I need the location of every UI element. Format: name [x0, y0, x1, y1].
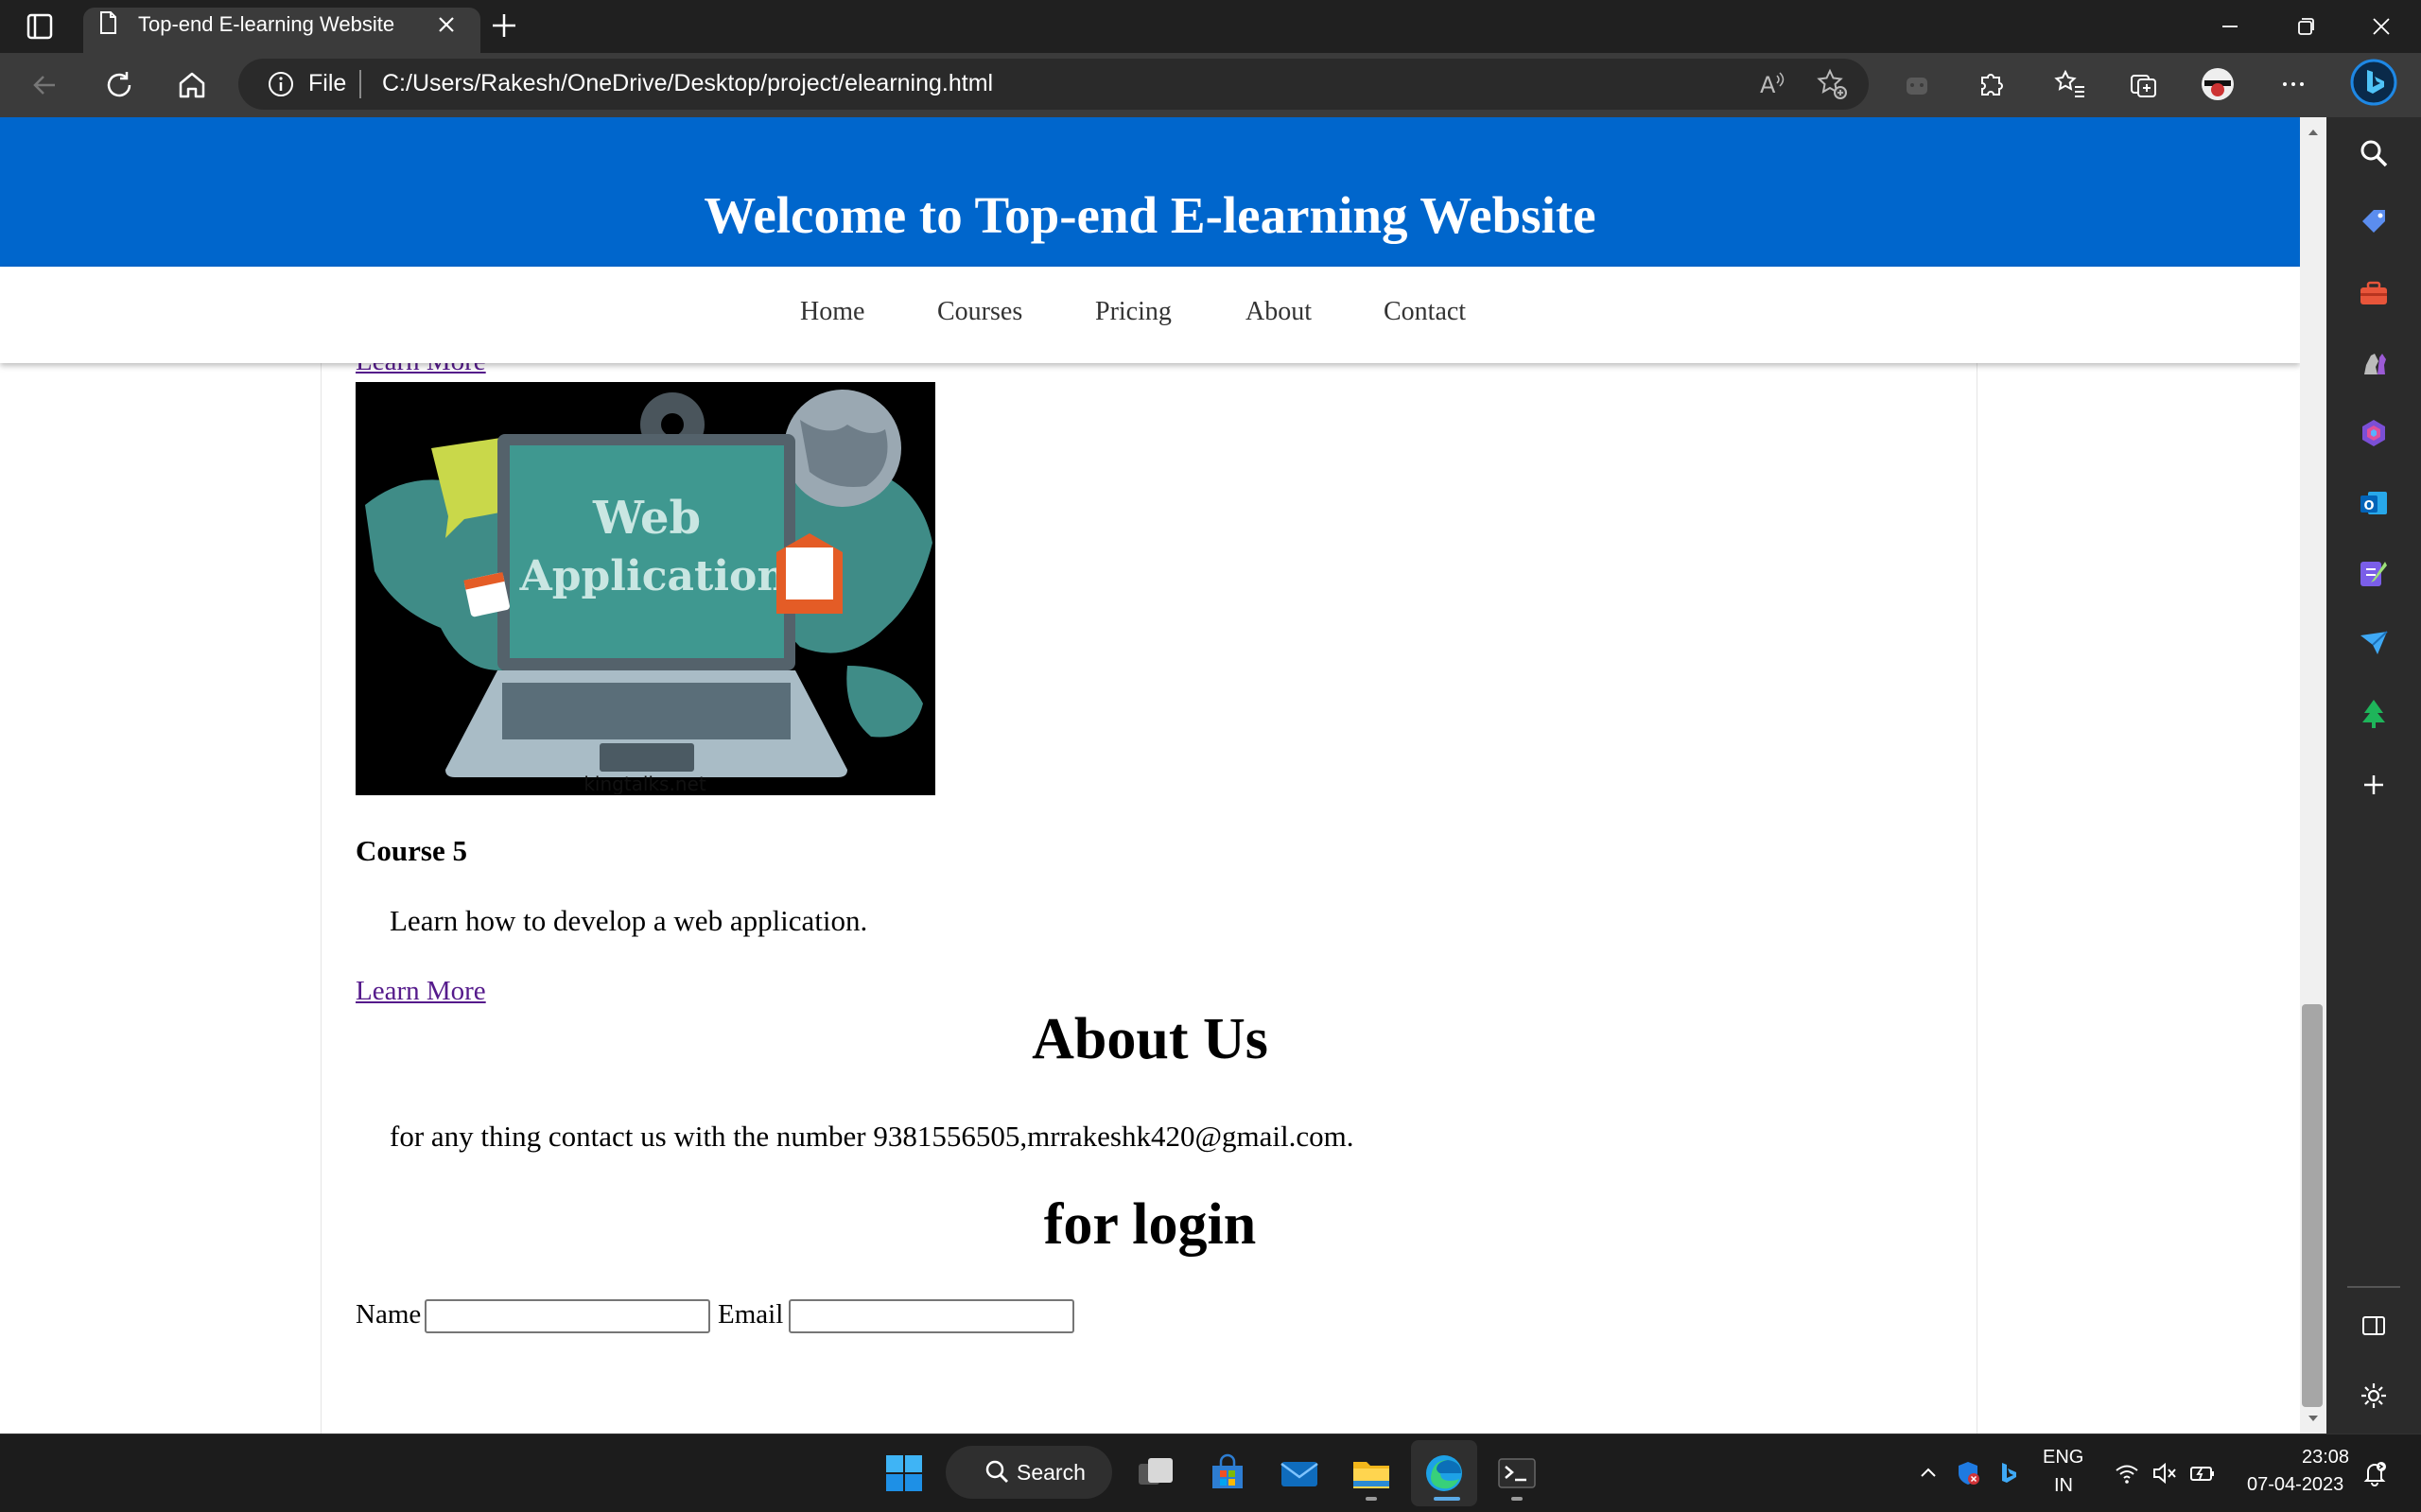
volume-muted-icon[interactable] — [2151, 1459, 2179, 1487]
sidebar-divider — [2347, 1286, 2400, 1288]
notifications-icon[interactable] — [2360, 1459, 2389, 1487]
nav-link-contact[interactable]: Contact — [1384, 297, 1466, 327]
name-input[interactable] — [425, 1299, 710, 1333]
nav-link-about[interactable]: About — [1245, 297, 1312, 327]
minimize-icon[interactable] — [2213, 9, 2247, 43]
settings-icon[interactable] — [2357, 1379, 2391, 1413]
name-label: Name — [356, 1299, 422, 1330]
send-icon[interactable] — [2357, 626, 2391, 660]
windows-start-icon[interactable] — [883, 1452, 925, 1494]
taskbar-search-label: Search — [1017, 1460, 1086, 1485]
favorites-icon[interactable] — [2052, 66, 2088, 102]
scroll-up-arrow-icon[interactable] — [2304, 123, 2323, 142]
read-aloud-icon[interactable]: A — [1754, 66, 1790, 102]
collections-icon[interactable] — [2126, 66, 2162, 102]
close-tab-icon[interactable] — [435, 13, 458, 36]
url-divider — [359, 70, 361, 98]
search-icon[interactable] — [2357, 136, 2391, 170]
add-favorite-icon[interactable] — [1814, 66, 1850, 102]
battery-charging-icon[interactable] — [2188, 1459, 2217, 1487]
microsoft-365-icon[interactable] — [2357, 416, 2391, 450]
explorer-running-indicator — [1366, 1497, 1377, 1501]
svg-text:Web: Web — [592, 492, 701, 545]
tools-icon[interactable] — [2357, 276, 2391, 310]
drop-icon[interactable] — [2357, 556, 2391, 590]
course-title: Course 5 — [356, 834, 467, 867]
outlook-icon[interactable]: O — [2357, 486, 2391, 520]
profile-avatar[interactable] — [2200, 66, 2236, 102]
games-icon[interactable] — [2357, 346, 2391, 380]
bing-tray-icon[interactable] — [1994, 1459, 2022, 1487]
about-text: for any thing contact us with the number… — [390, 1120, 1354, 1153]
restore-icon[interactable] — [2289, 9, 2323, 43]
more-options-icon[interactable] — [2275, 66, 2311, 102]
shopping-tag-icon[interactable] — [2357, 206, 2391, 240]
file-explorer-icon[interactable] — [1350, 1452, 1392, 1494]
clock-time[interactable]: 23:08 — [2302, 1447, 2349, 1469]
mail-icon[interactable] — [1279, 1452, 1320, 1494]
scrollbar-thumb[interactable] — [2302, 1004, 2323, 1407]
language-indicator-line1[interactable]: ENG — [2043, 1447, 2083, 1469]
tab-title: Top-end E-learning Website — [138, 12, 395, 36]
extensions-icon[interactable] — [1973, 66, 2009, 102]
close-window-icon[interactable] — [2364, 9, 2398, 43]
about-heading: About Us — [1032, 1007, 1268, 1071]
page-favicon-icon — [100, 11, 116, 34]
tab-actions-icon[interactable] — [19, 11, 61, 42]
svg-text:Application: Application — [519, 552, 788, 600]
microsoft-store-icon[interactable] — [1207, 1452, 1248, 1494]
scroll-down-arrow-icon[interactable] — [2304, 1409, 2323, 1428]
tree-icon[interactable] — [2357, 696, 2391, 730]
email-input[interactable] — [789, 1299, 1074, 1333]
clock-date[interactable]: 07-04-2023 — [2247, 1474, 2343, 1496]
learn-more-link[interactable]: Learn More — [356, 976, 486, 1007]
back-icon[interactable] — [26, 66, 64, 104]
nav-link-pricing[interactable]: Pricing — [1095, 297, 1172, 327]
url-text[interactable]: C:/Users/Rakesh/OneDrive/Desktop/project… — [382, 70, 993, 97]
email-label: Email — [718, 1299, 784, 1330]
add-sidebar-app-icon[interactable] — [2357, 768, 2391, 802]
site-title: Welcome to Top-end E-learning Website — [704, 186, 1596, 244]
svg-text:kingtalks.net: kingtalks.net — [583, 773, 706, 795]
home-icon[interactable] — [173, 66, 211, 104]
nav-link-home[interactable]: Home — [800, 297, 864, 327]
bing-copilot-icon[interactable] — [2350, 59, 2397, 106]
url-scheme-label: File — [308, 70, 347, 96]
info-icon[interactable] — [267, 70, 295, 98]
course-5-image: Web Application kingtalks.net — [356, 382, 935, 795]
language-indicator-line2[interactable]: IN — [2054, 1475, 2073, 1497]
login-heading: for login — [1043, 1192, 1257, 1257]
extension-puzzle-icon[interactable] — [1899, 66, 1935, 102]
show-hidden-icons-chevron-icon[interactable] — [1914, 1459, 1942, 1487]
new-tab-icon[interactable] — [488, 9, 520, 42]
task-view-icon[interactable] — [1135, 1452, 1176, 1494]
svg-text:A: A — [1760, 72, 1776, 98]
course-description: Learn how to develop a web application. — [390, 904, 868, 937]
page-viewport: Learn More Welcome to Top-end E-learning… — [0, 117, 2300, 1434]
svg-text:O: O — [2363, 499, 2374, 513]
terminal-running-indicator — [1511, 1497, 1523, 1501]
terminal-icon[interactable] — [1496, 1452, 1538, 1494]
wifi-icon[interactable] — [2113, 1459, 2141, 1487]
edge-active-indicator — [1434, 1497, 1460, 1501]
hide-sidebar-icon[interactable] — [2357, 1309, 2391, 1343]
windows-security-icon[interactable] — [1954, 1459, 1982, 1487]
edge-browser-icon[interactable] — [1423, 1452, 1465, 1494]
nav-link-courses[interactable]: Courses — [937, 297, 1022, 327]
refresh-icon[interactable] — [100, 66, 138, 104]
taskbar-search-icon — [985, 1460, 1008, 1483]
